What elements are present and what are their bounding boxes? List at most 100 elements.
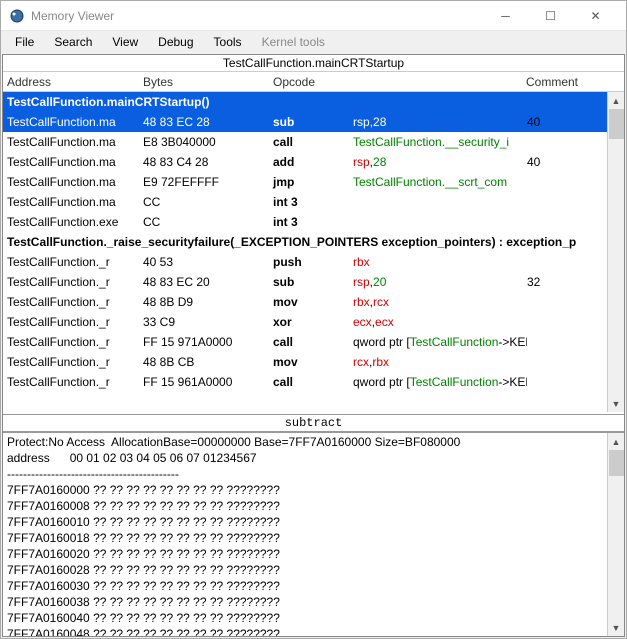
menu-view[interactable]: View — [102, 33, 148, 51]
row-bytes: 33 C9 — [143, 315, 273, 329]
row-bytes: 48 83 C4 28 — [143, 155, 273, 169]
row-opcode: int 3 — [273, 195, 353, 209]
disasm-row[interactable]: TestCallFunction._rFF 15 971A0000callqwo… — [3, 332, 607, 352]
disassembly-pane[interactable]: TestCallFunction.mainCRTStartup()TestCal… — [3, 92, 624, 412]
hex-row[interactable]: 7FF7A0160018 ?? ?? ?? ?? ?? ?? ?? ?? ???… — [7, 531, 620, 547]
row-operands: TestCallFunction.__security_i — [353, 135, 527, 149]
row-bytes: FF 15 971A0000 — [143, 335, 273, 349]
close-button[interactable]: ✕ — [573, 2, 618, 30]
col-bytes[interactable]: Bytes — [143, 75, 273, 89]
row-operands: rsp,20 — [353, 275, 527, 289]
row-bytes: 48 83 EC 28 — [143, 115, 273, 129]
row-address: TestCallFunction._r — [3, 335, 143, 349]
disasm-row[interactable]: TestCallFunction._r33 C9xorecx,ecx — [3, 312, 607, 332]
hex-row[interactable]: 7FF7A0160028 ?? ?? ?? ?? ?? ?? ?? ?? ???… — [7, 563, 620, 579]
function-header[interactable]: TestCallFunction.mainCRTStartup() — [3, 92, 607, 112]
scroll-track[interactable] — [608, 109, 624, 395]
hex-row[interactable]: 7FF7A0160000 ?? ?? ?? ?? ?? ?? ?? ?? ???… — [7, 483, 620, 499]
hex-row[interactable]: 7FF7A0160008 ?? ?? ?? ?? ?? ?? ?? ?? ???… — [7, 499, 620, 515]
row-address: TestCallFunction._r — [3, 375, 143, 389]
scroll-up-icon[interactable]: ▲ — [608, 433, 624, 450]
hex-row[interactable]: 7FF7A0160020 ?? ?? ?? ?? ?? ?? ?? ?? ???… — [7, 547, 620, 563]
row-opcode: int 3 — [273, 215, 353, 229]
menu-kernel-tools[interactable]: Kernel tools — [252, 33, 335, 51]
row-opcode: call — [273, 335, 353, 349]
scroll-thumb[interactable] — [609, 109, 624, 139]
disasm-row[interactable]: TestCallFunction.exeCCint 3 — [3, 212, 607, 232]
scroll-thumb[interactable] — [609, 450, 624, 476]
disasm-row[interactable]: TestCallFunction.maCCint 3 — [3, 192, 607, 212]
minimize-button[interactable]: ─ — [483, 2, 528, 30]
disasm-row[interactable]: TestCallFunction._r48 83 EC 20subrsp,203… — [3, 272, 607, 292]
hex-row[interactable]: 7FF7A0160038 ?? ?? ?? ?? ?? ?? ?? ?? ???… — [7, 595, 620, 611]
row-operands: TestCallFunction.__scrt_com — [353, 175, 527, 189]
disasm-row[interactable]: TestCallFunction.maE8 3B040000callTestCa… — [3, 132, 607, 152]
menubar: File Search View Debug Tools Kernel tool… — [1, 31, 626, 53]
row-bytes: CC — [143, 215, 273, 229]
banner-label: TestCallFunction.mainCRTStartup — [3, 55, 624, 72]
col-address[interactable]: Address — [3, 75, 143, 89]
menu-file[interactable]: File — [5, 33, 44, 51]
row-address: TestCallFunction.ma — [3, 155, 143, 169]
row-operands: rsp,28 — [353, 115, 527, 129]
row-address: TestCallFunction._r — [3, 315, 143, 329]
row-bytes: 48 83 EC 20 — [143, 275, 273, 289]
disasm-row[interactable]: TestCallFunction._r48 8B CBmovrcx,rbx — [3, 352, 607, 372]
col-comment[interactable]: Comment — [526, 75, 606, 89]
scroll-up-icon[interactable]: ▲ — [608, 92, 624, 109]
row-opcode: sub — [273, 115, 353, 129]
maximize-button[interactable]: ☐ — [528, 2, 573, 30]
disasm-row[interactable]: TestCallFunction._r48 8B D9movrbx,rcx — [3, 292, 607, 312]
row-bytes: 40 53 — [143, 255, 273, 269]
row-address: TestCallFunction.ma — [3, 135, 143, 149]
row-opcode: jmp — [273, 175, 353, 189]
row-address: TestCallFunction._r — [3, 255, 143, 269]
hex-row[interactable]: 7FF7A0160040 ?? ?? ?? ?? ?? ?? ?? ?? ???… — [7, 611, 620, 627]
row-bytes: FF 15 961A0000 — [143, 375, 273, 389]
row-bytes: 48 8B CB — [143, 355, 273, 369]
disasm-row[interactable]: TestCallFunction.ma48 83 C4 28addrsp,284… — [3, 152, 607, 172]
menu-search[interactable]: Search — [44, 33, 102, 51]
row-comment: 40 — [527, 115, 607, 129]
col-opcode[interactable]: Opcode — [273, 75, 353, 89]
hex-scrollbar[interactable]: ▲ ▼ — [607, 433, 624, 636]
row-opcode: call — [273, 135, 353, 149]
scroll-track[interactable] — [608, 450, 624, 619]
row-operands: qword ptr [TestCallFunction->KERNEL32.Se… — [353, 335, 527, 349]
hex-pane[interactable]: ▲ ▼ Protect:No Access AllocationBase=000… — [3, 432, 624, 636]
row-operands: ecx,ecx — [353, 315, 527, 329]
row-opcode: sub — [273, 275, 353, 289]
row-comment: 32 — [527, 275, 607, 289]
scroll-down-icon[interactable]: ▼ — [608, 619, 624, 636]
menu-tools[interactable]: Tools — [204, 33, 252, 51]
row-bytes: E8 3B040000 — [143, 135, 273, 149]
disasm-row[interactable]: TestCallFunction._r40 53pushrbx — [3, 252, 607, 272]
disasm-scrollbar[interactable]: ▲ ▼ — [607, 92, 624, 412]
row-operands: rsp,28 — [353, 155, 527, 169]
row-address: TestCallFunction.exe — [3, 215, 143, 229]
row-address: TestCallFunction._r — [3, 295, 143, 309]
row-bytes: E9 72FEFFFF — [143, 175, 273, 189]
row-address: TestCallFunction.ma — [3, 115, 143, 129]
row-bytes: 48 8B D9 — [143, 295, 273, 309]
row-address: TestCallFunction.ma — [3, 195, 143, 209]
row-opcode: xor — [273, 315, 353, 329]
function-header[interactable]: TestCallFunction._raise_securityfailure(… — [3, 232, 607, 252]
row-comment: 40 — [527, 155, 607, 169]
titlebar[interactable]: Memory Viewer ─ ☐ ✕ — [1, 1, 626, 31]
row-opcode: mov — [273, 295, 353, 309]
row-address: TestCallFunction.ma — [3, 175, 143, 189]
scroll-down-icon[interactable]: ▼ — [608, 395, 624, 412]
menu-debug[interactable]: Debug — [148, 33, 203, 51]
disasm-row[interactable]: TestCallFunction.ma48 83 EC 28subrsp,284… — [3, 112, 607, 132]
disasm-row[interactable]: TestCallFunction._rFF 15 961A0000callqwo… — [3, 372, 607, 392]
hex-row[interactable]: 7FF7A0160010 ?? ?? ?? ?? ?? ?? ?? ?? ???… — [7, 515, 620, 531]
hex-row[interactable]: 7FF7A0160030 ?? ?? ?? ?? ?? ?? ?? ?? ???… — [7, 579, 620, 595]
row-bytes: CC — [143, 195, 273, 209]
row-opcode: call — [273, 375, 353, 389]
app-icon — [9, 8, 25, 24]
row-address: TestCallFunction._r — [3, 275, 143, 289]
row-operands: rcx,rbx — [353, 355, 527, 369]
disasm-row[interactable]: TestCallFunction.maE9 72FEFFFFjmpTestCal… — [3, 172, 607, 192]
hex-row[interactable]: 7FF7A0160048 ?? ?? ?? ?? ?? ?? ?? ?? ???… — [7, 627, 620, 636]
